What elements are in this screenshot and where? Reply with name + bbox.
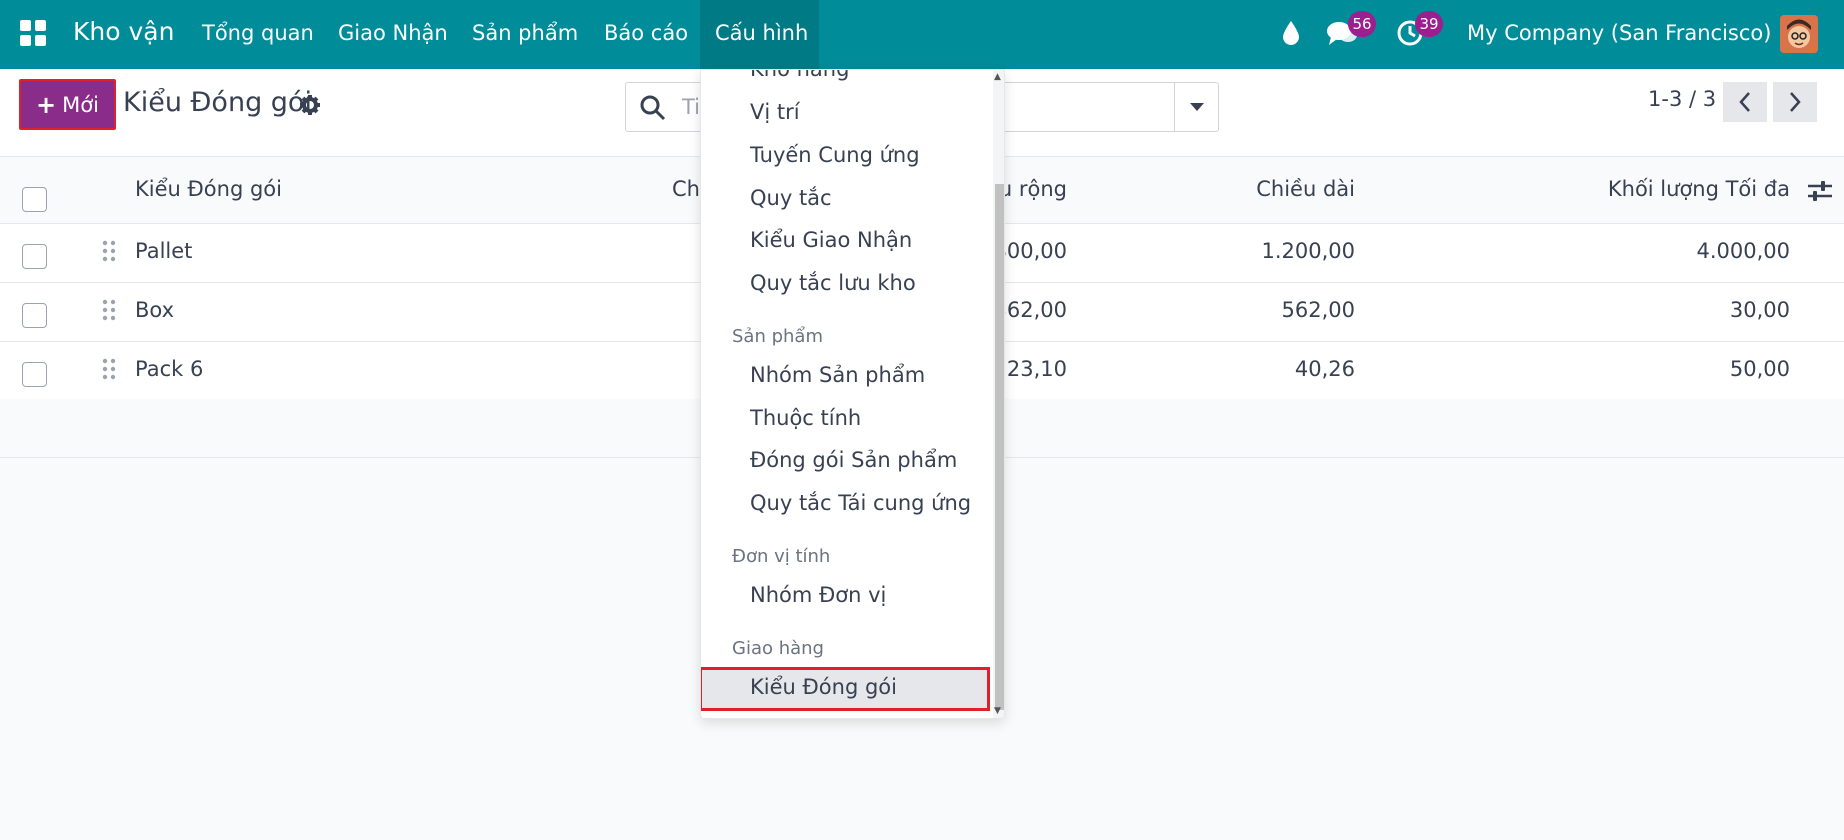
pager-previous-button[interactable] [1723, 82, 1767, 122]
optional-columns-icon[interactable] [1808, 180, 1832, 207]
apps-menu-icon[interactable] [20, 20, 46, 46]
cell-length: 1.200,00 [1261, 239, 1355, 263]
page-title: Kiểu Đóng gói [123, 87, 312, 118]
scroll-up-arrow[interactable]: ▲ [994, 72, 1001, 82]
new-button[interactable]: + Mới [19, 79, 116, 130]
column-header-partial[interactable]: Ch [672, 177, 700, 201]
row-checkbox[interactable] [22, 303, 47, 328]
menu-reporting[interactable]: Báo cáo [604, 21, 688, 45]
menu-group-uom: Đơn vị tính [732, 546, 831, 567]
company-switcher[interactable]: My Company (San Francisco) [1467, 21, 1771, 45]
new-button-label: Mới [62, 92, 99, 117]
menu-item-rules[interactable]: Quy tắc [750, 186, 832, 210]
select-all-checkbox[interactable] [22, 187, 47, 212]
configuration-dropdown: ▲ ▼ Kho hàng Vị trí Tuyến Cung ứng Quy t… [700, 69, 1005, 719]
menu-item-reordering-rules[interactable]: Quy tắc Tái cung ứng [750, 491, 971, 515]
scroll-down-arrow[interactable]: ▼ [994, 706, 1001, 716]
column-header-length[interactable]: Chiều dài [1150, 177, 1355, 201]
menu-item-routes[interactable]: Tuyến Cung ứng [750, 143, 920, 167]
menu-group-products: Sản phẩm [732, 326, 823, 347]
cell-length: 562,00 [1281, 298, 1355, 322]
droplet-icon[interactable] [1281, 19, 1301, 51]
menu-configuration[interactable]: Cấu hình [715, 21, 808, 45]
drag-handle-icon[interactable] [102, 358, 116, 385]
pager-next-button[interactable] [1773, 82, 1817, 122]
activities-badge: 39 [1415, 11, 1443, 37]
column-header-name[interactable]: Kiểu Đóng gói [135, 177, 282, 201]
pager-value[interactable]: 1-3 / 3 [1648, 87, 1716, 111]
cell-max-weight: 50,00 [1729, 357, 1790, 381]
plus-icon: + [36, 90, 57, 119]
cell-max-weight: 30,00 [1729, 298, 1790, 322]
search-options-toggle[interactable] [1174, 82, 1219, 132]
menu-item-operation-types[interactable]: Kiểu Giao Nhận [750, 228, 912, 252]
gear-icon[interactable] [299, 94, 321, 120]
drag-handle-icon[interactable] [102, 240, 116, 267]
cell-name: Pallet [135, 239, 193, 263]
top-navbar: Kho vận Tổng quan Giao Nhận Sản phẩm Báo… [0, 0, 1844, 69]
row-checkbox[interactable] [22, 244, 47, 269]
drag-handle-icon[interactable] [102, 299, 116, 326]
messages-badge: 56 [1348, 11, 1376, 37]
menu-item-product-packagings[interactable]: Đóng gói Sản phẩm [750, 448, 957, 472]
menu-group-delivery: Giao hàng [732, 638, 824, 659]
dropdown-scroll-thumb[interactable] [995, 184, 1004, 710]
search-placeholder: Ti [682, 95, 701, 119]
column-header-max-weight[interactable]: Khối lượng Tối đa [1500, 177, 1790, 201]
menu-transfers[interactable]: Giao Nhận [338, 21, 448, 45]
caret-down-icon [1190, 103, 1204, 111]
cell-max-weight: 4.000,00 [1696, 239, 1790, 263]
chevron-right-icon [1790, 92, 1801, 112]
app-brand[interactable]: Kho vận [73, 17, 174, 46]
cell-name: Pack 6 [135, 357, 204, 381]
row-checkbox[interactable] [22, 362, 47, 387]
menu-overview[interactable]: Tổng quan [202, 21, 314, 45]
menu-products[interactable]: Sản phẩm [472, 21, 578, 45]
menu-item-locations[interactable]: Vị trí [750, 100, 800, 124]
menu-item-putaway-rules[interactable]: Quy tắc lưu kho [750, 271, 916, 295]
menu-item-warehouses[interactable]: Kho hàng [750, 70, 849, 81]
cell-name: Box [135, 298, 175, 322]
menu-item-package-types[interactable]: Kiểu Đóng gói [750, 675, 897, 699]
menu-item-attributes[interactable]: Thuộc tính [750, 406, 861, 430]
menu-item-uom-categories[interactable]: Nhóm Đơn vị [750, 583, 886, 607]
chevron-left-icon [1739, 92, 1750, 112]
user-avatar[interactable] [1780, 15, 1818, 53]
menu-item-product-categories[interactable]: Nhóm Sản phẩm [750, 363, 925, 387]
search-icon [640, 95, 666, 125]
cell-length: 40,26 [1294, 357, 1355, 381]
